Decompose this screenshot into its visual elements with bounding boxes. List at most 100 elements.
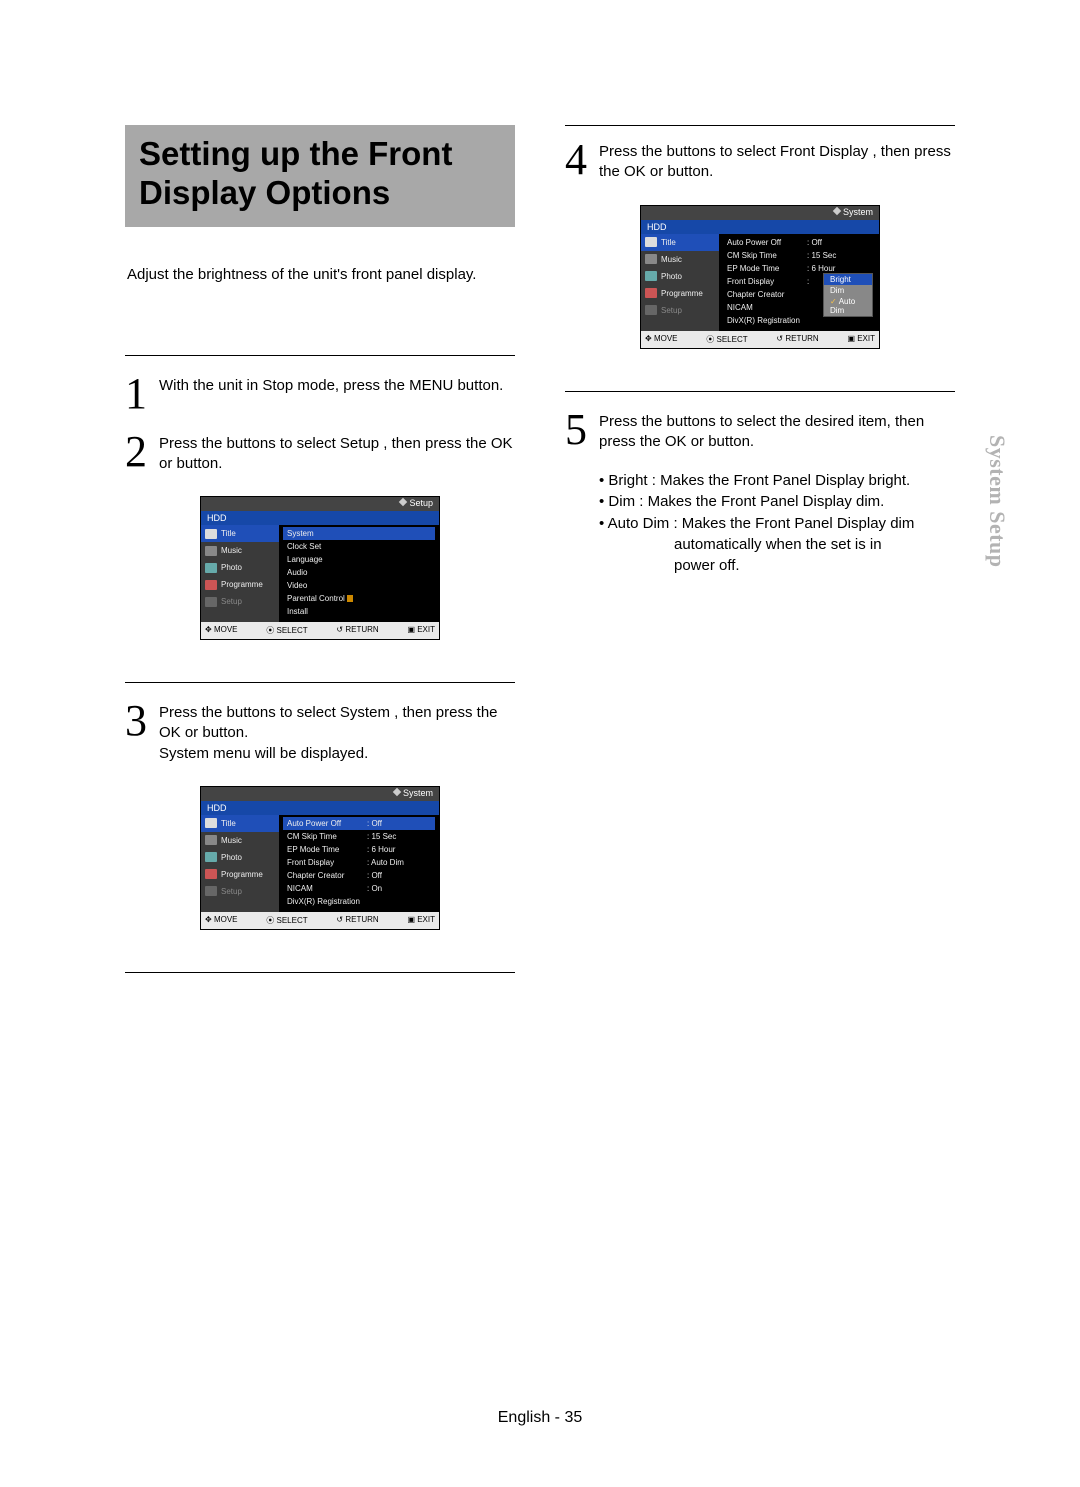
hint-exit: ▣ EXIT: [407, 625, 435, 636]
front-display-dropdown: Bright Dim ✓Auto Dim: [823, 273, 873, 317]
osd-footer: ✥ MOVE ⦿ SELECT ↺ RETURN ▣ EXIT: [201, 622, 439, 639]
sidebar-item-setup[interactable]: Setup: [201, 593, 279, 610]
sidebar-item-music[interactable]: Music: [201, 542, 279, 559]
divider: [565, 391, 955, 392]
diamond-icon: [833, 206, 841, 214]
sidebar-item-title[interactable]: Title: [201, 525, 279, 542]
label: Photo: [221, 853, 242, 862]
menu-row[interactable]: EP Mode Time: 6 Hour: [283, 843, 435, 856]
sidebar-item-photo[interactable]: Photo: [641, 268, 719, 285]
sidebar-item-title[interactable]: Title: [641, 234, 719, 251]
menu-item[interactable]: Install: [283, 605, 435, 618]
menu-row[interactable]: Chapter Creator: Off: [283, 869, 435, 882]
sidebar-item-setup[interactable]: Setup: [641, 302, 719, 319]
crumb-text: System: [843, 207, 873, 217]
photo-icon: [645, 271, 657, 281]
diamond-icon: [393, 788, 401, 796]
step-number: 4: [565, 140, 593, 180]
label: Title: [221, 819, 236, 828]
hint-select: ⦿ SELECT: [706, 334, 747, 345]
row-value: : 6 Hour: [807, 264, 835, 273]
row-value: : Off: [367, 871, 382, 880]
row-value: : Auto Dim: [367, 858, 404, 867]
bullet-autodim: • Auto Dim : Makes the Front Panel Displ…: [599, 513, 955, 534]
setup-icon: [645, 305, 657, 315]
setup-icon: [205, 886, 217, 896]
label: Music: [221, 546, 242, 555]
menu-row[interactable]: Auto Power Off: Off: [283, 817, 435, 830]
divider: [125, 682, 515, 683]
row-label: Auto Power Off: [287, 819, 367, 828]
crumb-text: Setup: [409, 498, 433, 508]
programme-icon: [205, 580, 217, 590]
sidebar-item-title[interactable]: Title: [201, 815, 279, 832]
row-label: Chapter Creator: [287, 871, 367, 880]
label: RETURN: [785, 334, 818, 343]
menu-row[interactable]: CM Skip Time: 15 Sec: [723, 249, 875, 262]
menu-item[interactable]: System: [283, 527, 435, 540]
osd-body: Title Music Photo Programme Setup Auto P…: [641, 234, 879, 331]
step-body: Press the buttons to select Front Displa…: [599, 140, 955, 183]
title-icon: [205, 818, 217, 828]
osd-header: HDD: [641, 220, 879, 234]
label: SELECT: [277, 916, 308, 925]
row-value: : 15 Sec: [367, 832, 396, 841]
sidebar-item-programme[interactable]: Programme: [641, 285, 719, 302]
row-label: CM Skip Time: [727, 251, 807, 260]
dropdown-item-autodim[interactable]: ✓Auto Dim: [824, 296, 872, 316]
osd-footer: ✥ MOVE ⦿ SELECT ↺ RETURN ▣ EXIT: [641, 331, 879, 348]
hint-return: ↺ RETURN: [776, 334, 818, 345]
text: Press the: [599, 143, 667, 160]
diamond-icon: [399, 498, 407, 506]
label: Setup: [661, 306, 682, 315]
label: Photo: [661, 272, 682, 281]
hint-exit: ▣ EXIT: [407, 915, 435, 926]
label: SELECT: [717, 335, 748, 344]
menu-row[interactable]: DivX(R) Registration: [283, 895, 435, 908]
label: Programme: [221, 580, 263, 589]
sidebar-item-photo[interactable]: Photo: [201, 849, 279, 866]
page-footer: English - 35: [0, 1409, 1080, 1427]
menu-row[interactable]: Front Display: Auto Dim: [283, 856, 435, 869]
step-4: 4 Press the buttons to select Front Disp…: [565, 140, 955, 183]
dropdown-item-dim[interactable]: Dim: [824, 285, 872, 296]
row-value: : 15 Sec: [807, 251, 836, 260]
sidebar-item-music[interactable]: Music: [641, 251, 719, 268]
sidebar-item-setup[interactable]: Setup: [201, 883, 279, 900]
title-icon: [205, 529, 217, 539]
label: RETURN: [345, 915, 378, 924]
sidebar-item-programme[interactable]: Programme: [201, 576, 279, 593]
osd-breadcrumb: Setup: [400, 498, 433, 508]
menu-item[interactable]: Parental Control: [283, 592, 435, 605]
label: Setup: [221, 597, 242, 606]
lock-icon: [347, 595, 353, 602]
hint-return: ↺ RETURN: [336, 915, 378, 926]
label: Music: [661, 255, 682, 264]
menu-item[interactable]: Audio: [283, 566, 435, 579]
menu-row[interactable]: CM Skip Time: 15 Sec: [283, 830, 435, 843]
row-label: DivX(R) Registration: [727, 316, 807, 325]
row-label: Front Display: [287, 858, 367, 867]
osd-breadcrumb: System: [834, 207, 873, 217]
menu-row[interactable]: Auto Power Off: Off: [723, 236, 875, 249]
right-column: 4 Press the buttons to select Front Disp…: [565, 125, 955, 991]
menu-item[interactable]: Video: [283, 579, 435, 592]
programme-icon: [645, 288, 657, 298]
hint-select: ⦿ SELECT: [266, 625, 307, 636]
text: System menu will be displayed.: [159, 745, 368, 762]
sidebar-item-programme[interactable]: Programme: [201, 866, 279, 883]
label: MOVE: [654, 334, 678, 343]
menu-item[interactable]: Language: [283, 553, 435, 566]
music-icon: [205, 546, 217, 556]
row-label: DivX(R) Registration: [287, 897, 367, 906]
dropdown-item-bright[interactable]: Bright: [824, 274, 872, 285]
step-5: 5 Press the buttons to select the desire…: [565, 410, 955, 453]
divider: [565, 125, 955, 126]
sidebar-item-photo[interactable]: Photo: [201, 559, 279, 576]
menu-item[interactable]: Clock Set: [283, 540, 435, 553]
sidebar-item-music[interactable]: Music: [201, 832, 279, 849]
osd-screenshot-system: System HDD Title Music Photo Programme S…: [200, 786, 440, 930]
menu-row[interactable]: NICAM: On: [283, 882, 435, 895]
photo-icon: [205, 852, 217, 862]
row-label: NICAM: [287, 884, 367, 893]
